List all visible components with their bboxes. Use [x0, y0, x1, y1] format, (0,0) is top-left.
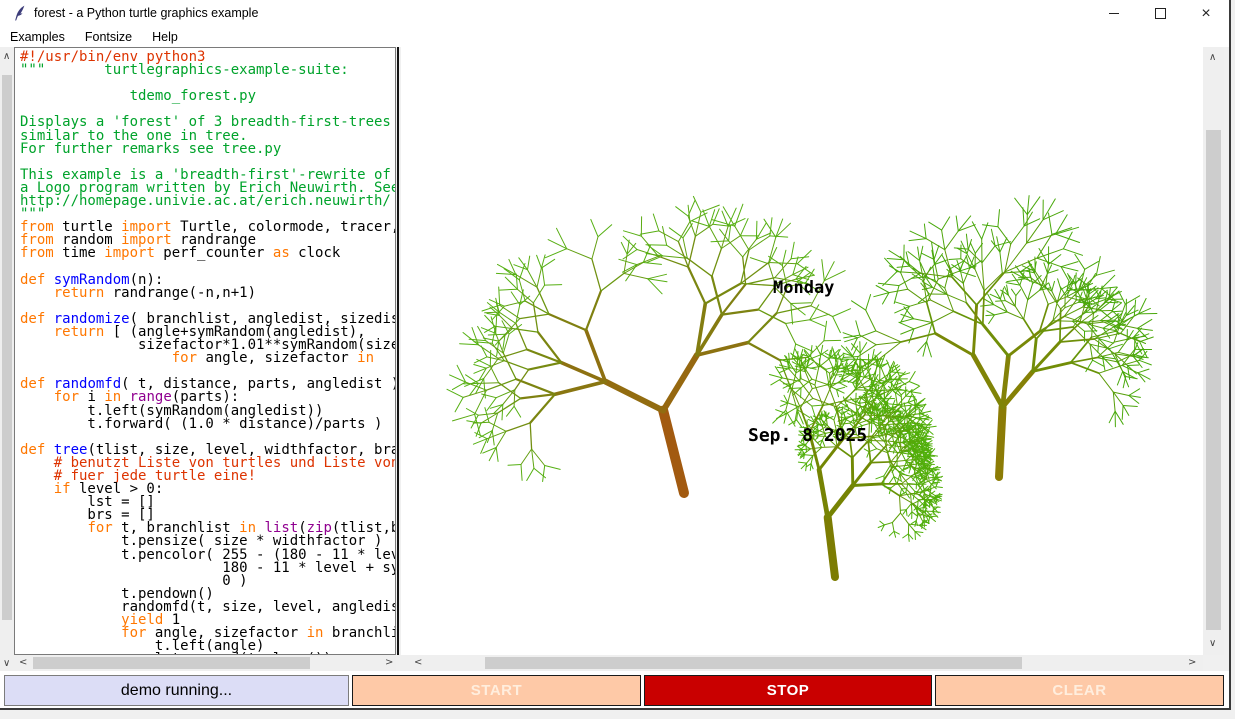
turtle-canvas-area: Monday Sep. 8 2025 — [401, 47, 1203, 655]
close-button[interactable]: × — [1183, 0, 1229, 27]
code-line: t.forward( (1.0 * distance)/parts ) — [20, 418, 395, 431]
scroll-down-icon[interactable]: ∨ — [3, 659, 10, 669]
code-line: for angle, sizefactor in — [20, 352, 395, 365]
window-title: forest - a Python turtle graphics exampl… — [34, 0, 258, 27]
scroll-left-icon[interactable]: < — [414, 658, 422, 668]
hscroll-row: ∨ < > < > — [0, 655, 1229, 671]
scroll-right-icon[interactable]: > — [1188, 658, 1196, 668]
code-line: tdemo_forest.py — [20, 90, 395, 103]
clear-button[interactable]: CLEAR — [935, 675, 1224, 706]
scroll-down-icon[interactable]: ∨ — [1209, 639, 1216, 649]
title-bar: forest - a Python turtle graphics exampl… — [0, 0, 1229, 27]
stop-button[interactable]: STOP — [644, 675, 932, 706]
scroll-left-icon[interactable]: < — [19, 658, 27, 668]
work-area: ∧ #!/usr/bin/env python3""" turtlegraphi… — [0, 47, 1229, 655]
code-hscrollbar[interactable]: ∨ < > — [0, 655, 396, 671]
scroll-up-icon[interactable]: ∧ — [1209, 53, 1216, 63]
status-label: demo running... — [4, 675, 349, 706]
menu-bar: Examples Fontsize Help — [0, 27, 1229, 48]
start-button[interactable]: START — [352, 675, 641, 706]
pane-separator — [397, 47, 399, 655]
maximize-button[interactable] — [1137, 0, 1183, 27]
turtle-canvas — [401, 47, 1203, 655]
canvas-hscrollbar-thumb[interactable] — [485, 657, 1022, 669]
app-window: forest - a Python turtle graphics exampl… — [0, 0, 1231, 710]
python-feather-icon — [13, 5, 27, 22]
code-vscrollbar-thumb[interactable] — [2, 75, 12, 620]
code-vscrollbar[interactable]: ∧ — [0, 47, 14, 655]
code-line: from time import perf_counter as clock — [20, 247, 395, 260]
canvas-vscrollbar[interactable]: ∧ ∨ — [1203, 47, 1224, 655]
code-editor[interactable]: #!/usr/bin/env python3""" turtlegraphics… — [14, 47, 396, 655]
code-line: http://homepage.univie.ac.at/erich.neuwi… — [20, 195, 395, 208]
menu-item-fontsize[interactable]: Fontsize — [75, 27, 142, 47]
canvas-hscrollbar[interactable]: < > — [400, 655, 1203, 671]
scroll-right-icon[interactable]: > — [385, 658, 393, 668]
code-line: For further remarks see tree.py — [20, 143, 395, 156]
minimize-button[interactable] — [1091, 0, 1137, 27]
code-line: return randrange(-n,n+1) — [20, 287, 395, 300]
canvas-text-label: Monday — [773, 278, 834, 298]
code-line: """ turtlegraphics-example-suite: — [20, 64, 395, 77]
close-icon: × — [1201, 6, 1210, 22]
menu-item-examples[interactable]: Examples — [0, 27, 75, 47]
canvas-vscrollbar-thumb[interactable] — [1206, 130, 1221, 630]
maximize-icon — [1155, 8, 1166, 19]
minimize-icon — [1109, 13, 1119, 14]
scroll-up-icon[interactable]: ∧ — [3, 52, 10, 62]
menu-item-help[interactable]: Help — [142, 27, 188, 47]
control-bar: demo running... START STOP CLEAR — [0, 675, 1229, 708]
canvas-text-label: Sep. 8 2025 — [748, 425, 867, 446]
code-hscrollbar-thumb[interactable] — [33, 657, 310, 669]
